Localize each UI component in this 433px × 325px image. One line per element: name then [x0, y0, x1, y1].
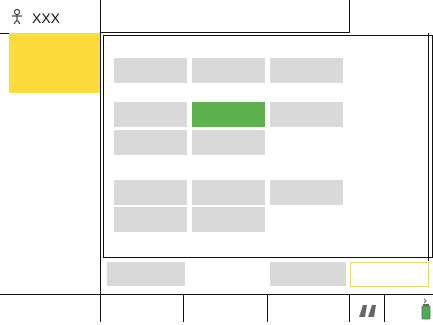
option-button-selected[interactable] — [192, 102, 265, 127]
option-button[interactable] — [270, 180, 343, 205]
option-button[interactable] — [114, 58, 187, 83]
sidebar-item-selected[interactable] — [9, 33, 100, 93]
option-button[interactable] — [192, 58, 265, 83]
footer-divider — [384, 294, 385, 322]
header-title: XXX — [32, 10, 61, 26]
option-button[interactable] — [114, 102, 187, 127]
option-button[interactable] — [114, 207, 187, 232]
header-input-box[interactable] — [101, 0, 349, 33]
action-button-middle[interactable] — [270, 262, 346, 286]
main-panel-right-edge — [428, 33, 429, 261]
option-button[interactable] — [114, 130, 187, 155]
option-button[interactable] — [192, 130, 265, 155]
option-button[interactable] — [192, 180, 265, 205]
user-icon — [10, 8, 24, 25]
action-button-left[interactable] — [107, 262, 185, 286]
footer-tab[interactable] — [268, 295, 349, 322]
option-button[interactable] — [192, 207, 265, 232]
footer-tab[interactable] — [101, 295, 183, 322]
quote-icon[interactable] — [358, 303, 378, 318]
battery-icon — [420, 298, 432, 320]
header-divider-right — [349, 0, 350, 33]
option-button[interactable] — [270, 102, 343, 127]
option-button[interactable] — [270, 58, 343, 83]
action-button-highlight[interactable] — [350, 262, 429, 287]
footer-tab[interactable] — [184, 295, 267, 322]
footer-divider — [349, 294, 350, 322]
option-button[interactable] — [114, 180, 187, 205]
